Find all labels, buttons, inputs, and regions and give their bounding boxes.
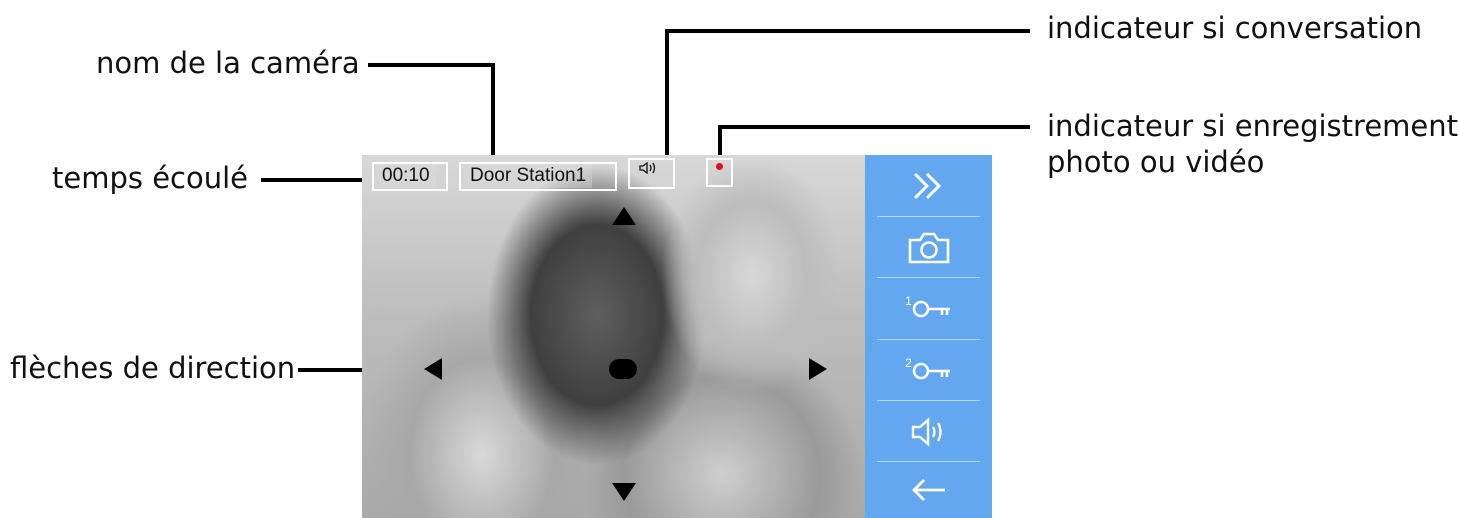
arrow-down-button[interactable] (612, 483, 636, 501)
unlock-1-button[interactable]: 1 (877, 278, 980, 339)
key-1-icon (912, 300, 950, 317)
snapshot-button[interactable] (877, 217, 980, 278)
elapsed-time-value: 00:10 (376, 164, 436, 188)
leader-line-recording-v (718, 125, 722, 158)
callout-elapsed-time: temps écoulé (52, 161, 249, 195)
key-2-icon (912, 362, 950, 379)
callout-recording-indicator-line2: photo ou vidéo (1047, 145, 1265, 179)
arrow-left-button[interactable] (424, 358, 442, 380)
monitor-screen: 00:10 Door Station1 1 2 (362, 155, 992, 518)
leader-line-conversation-v (665, 29, 669, 160)
back-arrow-icon (911, 479, 945, 501)
speaker-small-icon (639, 161, 656, 175)
leader-line-elapsed (261, 178, 373, 182)
arrow-right-button[interactable] (809, 358, 827, 380)
leader-line-camera-h (368, 63, 495, 67)
double-chevron-right-icon (913, 172, 941, 199)
arrow-up-button[interactable] (612, 207, 636, 225)
callout-camera-name: nom de la caméra (96, 46, 360, 80)
forward-button[interactable] (877, 155, 980, 216)
back-button[interactable] (877, 462, 980, 518)
key-1-label: 1 (905, 293, 912, 308)
volume-button[interactable] (877, 401, 980, 462)
callout-recording-indicator-line1: indicateur si enregistrement (1047, 109, 1458, 143)
leader-line-recording-h (718, 125, 1030, 129)
center-button[interactable] (609, 359, 637, 379)
callout-direction-arrows: flèches de direction (10, 351, 296, 385)
callout-conversation-indicator: indicateur si conversation (1047, 11, 1423, 45)
key-2-label: 2 (905, 355, 912, 370)
control-sidebar: 1 2 (865, 155, 992, 518)
recording-dot (716, 163, 723, 170)
camera-name-value: Door Station1 (464, 164, 593, 188)
camera-icon (908, 232, 949, 263)
speaker-icon (911, 416, 942, 447)
leader-line-conversation-h (665, 29, 1030, 33)
unlock-2-button[interactable]: 2 (877, 340, 980, 401)
leader-line-camera-v (491, 63, 495, 167)
